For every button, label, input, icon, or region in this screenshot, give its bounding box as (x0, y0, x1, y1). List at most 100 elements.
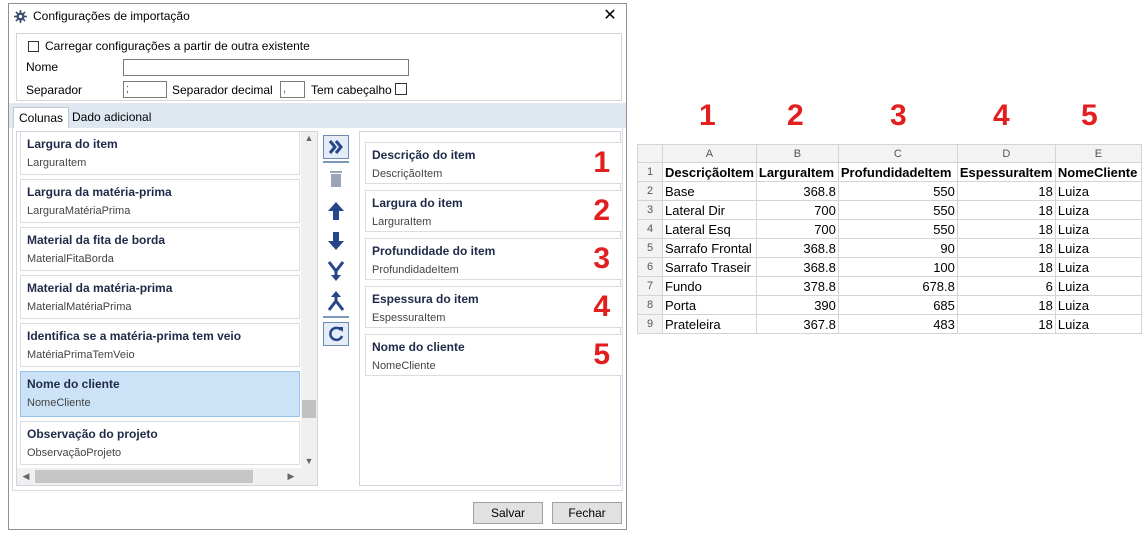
scroll-up-icon[interactable]: ▲ (301, 133, 317, 143)
separator-input[interactable]: ; (123, 81, 167, 98)
table-cell[interactable]: 368.8 (755, 257, 839, 277)
list-item[interactable]: Largura do item LarguraItem 2 (365, 190, 623, 232)
table-cell[interactable]: Lateral Esq (662, 219, 757, 239)
list-item[interactable]: Descrição do item DescriçãoItem 1 (365, 142, 623, 184)
table-cell[interactable]: 18 (956, 257, 1056, 277)
table-cell[interactable]: 550 (837, 200, 958, 220)
table-cell[interactable]: 678.8 (837, 276, 958, 296)
table-cell[interactable]: 700 (755, 200, 839, 220)
row-number[interactable]: 6 (637, 257, 663, 277)
double-chevron-right-icon (328, 140, 343, 154)
decimal-separator-input[interactable]: , (280, 81, 305, 98)
column-header[interactable]: B (755, 144, 839, 163)
table-cell[interactable]: Prateleira (662, 314, 757, 334)
row-number[interactable]: 4 (637, 219, 663, 239)
table-cell[interactable]: 90 (837, 238, 958, 258)
delete-button[interactable] (323, 167, 349, 191)
tab-dado-adicional[interactable]: Dado adicional (67, 107, 156, 128)
refresh-icon (329, 326, 344, 342)
table-cell[interactable]: Lateral Dir (662, 200, 757, 220)
header-cell[interactable]: LarguraItem (755, 162, 839, 182)
table-cell[interactable]: Luiza (1054, 295, 1142, 315)
list-item[interactable]: Material da matéria-prima MaterialMatéri… (20, 275, 300, 319)
add-all-button[interactable] (323, 135, 349, 159)
header-cell[interactable]: EspessuraItem (956, 162, 1056, 182)
table-cell[interactable]: 378.8 (755, 276, 839, 296)
table-cell[interactable]: 18 (956, 200, 1056, 220)
column-header[interactable]: D (956, 144, 1056, 163)
table-cell[interactable]: Luiza (1054, 257, 1142, 277)
table-cell[interactable]: 483 (837, 314, 958, 334)
table-cell[interactable]: Luiza (1054, 276, 1142, 296)
column-header[interactable]: A (662, 144, 757, 163)
table-cell[interactable]: 100 (837, 257, 958, 277)
header-cell[interactable]: NomeCliente (1054, 162, 1142, 182)
table-cell[interactable]: Luiza (1054, 219, 1142, 239)
vertical-scrollbar[interactable]: ▲ ▼ (301, 132, 317, 468)
table-cell[interactable]: 6 (956, 276, 1056, 296)
header-cell[interactable]: ProfundidadeItem (837, 162, 958, 182)
table-cell[interactable]: Sarrafo Frontal (662, 238, 757, 258)
move-down-button[interactable] (323, 229, 349, 253)
table-cell[interactable]: Luiza (1054, 181, 1142, 201)
row-number[interactable]: 2 (637, 181, 663, 201)
column-number-1: 1 (699, 99, 716, 132)
table-cell[interactable]: 18 (956, 295, 1056, 315)
row-number[interactable]: 5 (637, 238, 663, 258)
table-cell[interactable]: 550 (837, 219, 958, 239)
horizontal-scrollbar[interactable]: ◀ ▶ (17, 468, 317, 485)
horizontal-scroll-thumb[interactable] (35, 470, 253, 483)
split-button[interactable] (323, 289, 349, 313)
table-cell[interactable]: Luiza (1054, 238, 1142, 258)
table-cell[interactable]: 368.8 (755, 238, 839, 258)
table-cell[interactable]: Porta (662, 295, 757, 315)
table-cell[interactable]: Sarrafo Traseir (662, 257, 757, 277)
row-number[interactable]: 7 (637, 276, 663, 296)
has-header-checkbox[interactable] (395, 83, 407, 95)
sheet-corner[interactable] (637, 144, 663, 163)
scroll-left-icon[interactable]: ◀ (18, 471, 34, 482)
table-cell[interactable]: 18 (956, 181, 1056, 201)
table-cell[interactable]: 685 (837, 295, 958, 315)
table-cell[interactable]: 700 (755, 219, 839, 239)
row-number[interactable]: 8 (637, 295, 663, 315)
list-item[interactable]: Profundidade do item ProfundidadeItem 3 (365, 238, 623, 280)
table-cell[interactable]: 18 (956, 314, 1056, 334)
table-cell[interactable]: 367.8 (755, 314, 839, 334)
save-button[interactable]: Salvar (473, 502, 543, 524)
header-cell[interactable]: DescriçãoItem (662, 162, 757, 182)
table-cell[interactable]: 550 (837, 181, 958, 201)
list-item[interactable]: Observação do projeto ObservaçãoProjeto (20, 421, 300, 465)
scroll-down-icon[interactable]: ▼ (301, 456, 317, 466)
list-item[interactable]: Largura da matéria-prima LarguraMatériaP… (20, 179, 300, 223)
merge-button[interactable] (323, 259, 349, 283)
close-icon[interactable]: ✕ (600, 7, 620, 25)
vertical-scroll-thumb[interactable] (302, 400, 316, 418)
tab-colunas[interactable]: Colunas (13, 107, 70, 128)
scroll-right-icon[interactable]: ▶ (283, 471, 299, 482)
table-cell[interactable]: 368.8 (755, 181, 839, 201)
table-cell[interactable]: Luiza (1054, 314, 1142, 334)
table-cell[interactable]: 390 (755, 295, 839, 315)
table-cell[interactable]: Base (662, 181, 757, 201)
refresh-button[interactable] (323, 322, 349, 346)
column-header[interactable]: E (1054, 144, 1142, 163)
row-number[interactable]: 9 (637, 314, 663, 334)
row-number[interactable]: 1 (637, 162, 663, 182)
row-number[interactable]: 3 (637, 200, 663, 220)
column-header[interactable]: C (837, 144, 958, 163)
load-existing-checkbox[interactable] (28, 41, 39, 52)
name-input[interactable] (123, 59, 409, 76)
table-cell[interactable]: Luiza (1054, 200, 1142, 220)
list-item-selected[interactable]: Nome do cliente NomeCliente (20, 371, 300, 417)
list-item[interactable]: Material da fita de borda MaterialFitaBo… (20, 227, 300, 271)
table-cell[interactable]: 18 (956, 238, 1056, 258)
list-item[interactable]: Espessura do item EspessuraItem 4 (365, 286, 623, 328)
table-cell[interactable]: 18 (956, 219, 1056, 239)
table-cell[interactable]: Fundo (662, 276, 757, 296)
list-item[interactable]: Largura do item LarguraItem (20, 132, 300, 175)
move-up-button[interactable] (323, 199, 349, 223)
list-item[interactable]: Identifica se a matéria-prima tem veio M… (20, 323, 300, 367)
list-item[interactable]: Nome do cliente NomeCliente 5 (365, 334, 623, 376)
close-button[interactable]: Fechar (552, 502, 622, 524)
